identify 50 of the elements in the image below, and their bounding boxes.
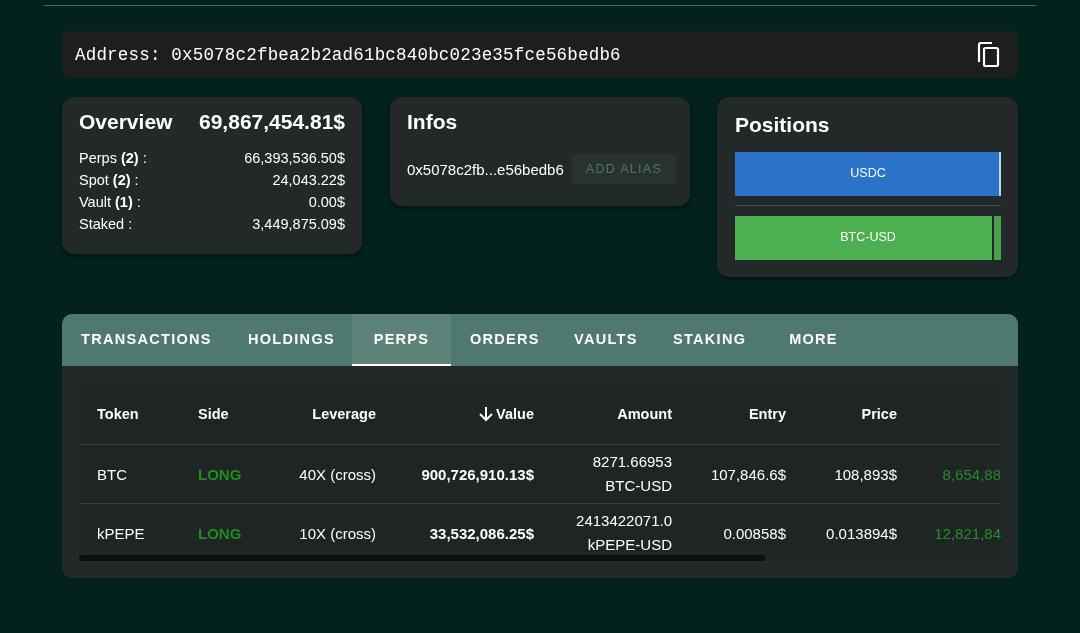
tab[interactable]: MORE [765, 314, 862, 366]
table-cell-text: LONG [197, 524, 243, 542]
tab[interactable]: HOLDINGS [229, 314, 352, 366]
table-cell-text: 0.00858$ [722, 524, 787, 542]
bar-label: USDC [849, 166, 887, 180]
table-cell-text: 900,726,910.13$ [420, 465, 535, 483]
address-text: Address: 0x5078c2fbea2b2ad61bc840bc023e35fce56bedb6 [75, 44, 621, 65]
row-value: 66,393,536.50$ [244, 149, 345, 168]
table-cell-text: 0.013894$ [825, 524, 898, 542]
tab[interactable]: TRANSACTIONS [62, 314, 229, 366]
row-value: 0.00$ [308, 193, 345, 212]
table-cell-text: BTC [96, 465, 128, 483]
table-cell-text: 2413422071.0 kPEPE-USD [575, 511, 673, 555]
table-cell-text: 8,654,88 [941, 465, 1001, 483]
position-bar[interactable]: USDC [735, 152, 1001, 196]
table-cell-text: 10X (cross) [298, 524, 377, 542]
card-title: Infos [407, 110, 459, 134]
tab[interactable]: STAKING [654, 314, 765, 366]
table-cell-text: 108,893$ [833, 465, 898, 483]
card-title: Positions [735, 113, 831, 137]
total-value: 69,867,454.81$ [199, 110, 345, 134]
short-address: 0x5078c2fb...e56bedb6 [407, 160, 564, 178]
column-header[interactable]: Side [180, 406, 270, 422]
table-cell-text: LONG [197, 465, 243, 483]
row-label: Staked : [79, 215, 133, 234]
column-header[interactable]: Amount [552, 406, 690, 422]
row-label: Vault (1) : [79, 193, 141, 212]
row-label: Spot (2) : [79, 171, 139, 190]
scrollbar[interactable] [79, 555, 765, 561]
column-header[interactable]: Entry [690, 406, 804, 422]
tab[interactable]: PERPS [352, 314, 451, 366]
bar-label: BTC-USD [839, 230, 897, 244]
row-value: 3,449,875.09$ [252, 215, 345, 234]
position-bar[interactable]: BTC-USD [735, 216, 1001, 260]
card-title: Overview [79, 110, 173, 134]
column-header[interactable]: Token [79, 406, 180, 422]
column-header[interactable]: Value [394, 406, 552, 422]
tab[interactable]: ORDERS [451, 314, 555, 366]
copy-icon[interactable] [977, 41, 1001, 68]
table-cell-text: 40X (cross) [298, 465, 377, 483]
row-value: 24,043.22$ [272, 171, 345, 190]
table-cell-text: 33,532,086.25$ [428, 524, 535, 542]
table-cell-text: 107,846.6$ [709, 465, 787, 483]
tab[interactable]: VAULTS [555, 314, 654, 366]
table-cell-text: 8271.66953 BTC-USD [591, 452, 673, 496]
table-cell-text: kPEPE [96, 524, 146, 542]
column-header[interactable]: Leverage [270, 406, 394, 422]
column-header[interactable]: Price [804, 406, 915, 422]
row-label: Perps (2) : [79, 149, 147, 168]
table-cell-text: 12,821,84 [933, 524, 1001, 542]
